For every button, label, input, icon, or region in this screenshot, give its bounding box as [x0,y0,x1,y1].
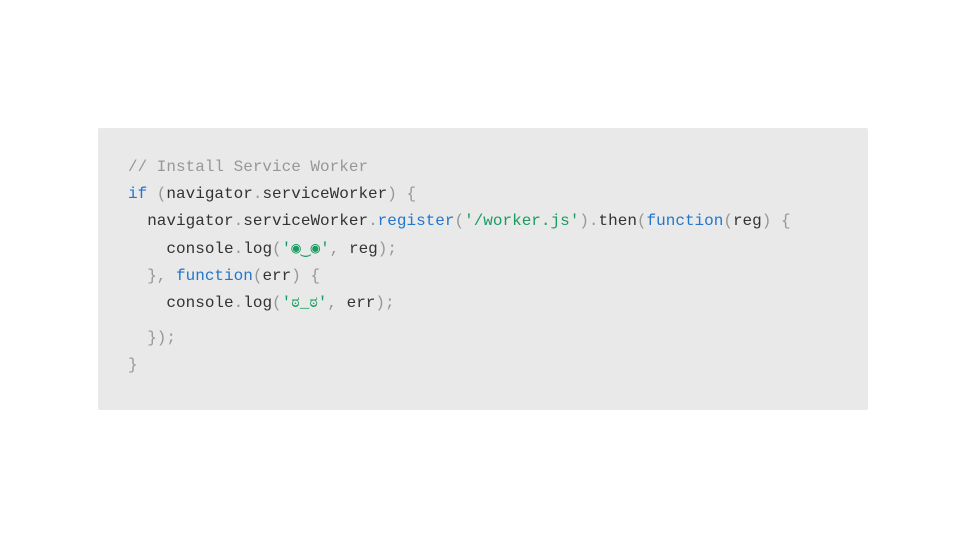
param: reg [733,212,762,230]
code-line-6: console.log('ಠ_ಠ', err); [128,290,838,317]
param: err [262,267,291,285]
code-line-3: navigator.serviceWorker.register('/worke… [128,208,838,235]
keyword-function: function [647,212,724,230]
identifier: navigator [147,212,233,230]
punct: . [368,212,378,230]
punct: }); [147,329,176,347]
identifier: console [166,294,233,312]
code-line-5: }, function(err) { [128,263,838,290]
punct: . [234,212,244,230]
punct: ( [272,294,282,312]
punct: . [234,294,244,312]
punct: . [253,185,263,203]
punct: ) { [762,212,791,230]
method: log [243,294,272,312]
indent [128,329,147,347]
string: 'ಠ_ಠ' [282,294,328,312]
punct: ( [454,212,464,230]
identifier: serviceWorker [262,185,387,203]
code-line-1: // Install Service Worker [128,154,838,181]
punct: ). [579,212,598,230]
method: log [243,240,272,258]
blank-line [128,317,838,325]
indent [128,240,166,258]
identifier: reg [349,240,378,258]
punct: ) { [387,185,416,203]
method: then [599,212,637,230]
identifier: err [347,294,376,312]
punct: ) { [291,267,320,285]
punct: . [234,240,244,258]
punct: }, [147,267,176,285]
punct: ); [375,294,394,312]
keyword-function: function [176,267,253,285]
punct: ( [272,240,282,258]
string: '/worker.js' [464,212,579,230]
keyword-if: if [128,185,147,203]
code-block: // Install Service Worker if (navigator.… [98,128,868,410]
punct: } [128,356,138,374]
code-line-2: if (navigator.serviceWorker) { [128,181,838,208]
method: register [378,212,455,230]
indent [128,294,166,312]
code-line-4: console.log('◉‿◉', reg); [128,236,838,263]
punct: ( [253,267,263,285]
identifier: serviceWorker [243,212,368,230]
indent [128,212,147,230]
comment: // Install Service Worker [128,158,368,176]
punct: ( [147,185,166,203]
punct: ( [637,212,647,230]
punct: ( [723,212,733,230]
indent [128,267,147,285]
identifier: console [166,240,233,258]
code-line-7: }); [128,325,838,352]
identifier: navigator [166,185,252,203]
punct: , [330,240,349,258]
punct: , [327,294,346,312]
punct: ); [378,240,397,258]
string: '◉‿◉' [282,240,330,258]
code-line-8: } [128,352,838,379]
